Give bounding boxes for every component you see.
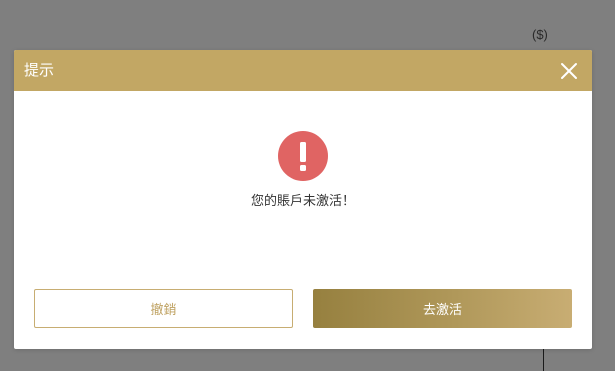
activate-button-label: 去激活	[422, 303, 462, 318]
dialog-header: 提示	[14, 50, 592, 91]
activate-button[interactable]: 去激活	[313, 289, 572, 328]
close-button[interactable]	[560, 62, 578, 80]
cancel-button-label: 撤銷	[150, 303, 177, 318]
exclamation-icon	[278, 131, 328, 181]
cancel-button[interactable]: 撤銷	[34, 289, 293, 328]
close-icon	[561, 63, 577, 79]
dialog-title: 提示	[24, 61, 55, 79]
background-divider	[543, 349, 544, 371]
activation-dialog: 提示 您的賬戶未激活！ 撤銷 去激活	[14, 50, 592, 349]
dialog-message: 您的賬戶未激活！	[250, 194, 355, 209]
currency-label: ($)	[532, 27, 548, 42]
